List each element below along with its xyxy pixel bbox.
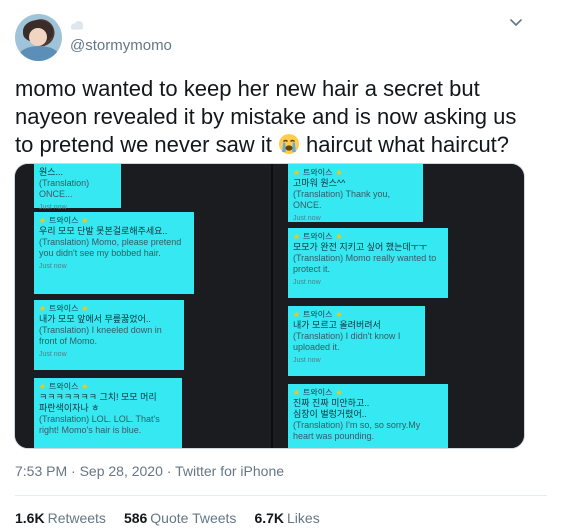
cloud-icon (70, 17, 84, 30)
avatar[interactable] (15, 14, 62, 61)
bubble-sender: 트와이스 (293, 167, 418, 178)
bubble-sender: 트와이스 (39, 215, 189, 226)
chat-bubble: 트와이스 ㅋㅋㅋㅋㅋㅋㅋ 그치! 모모 머리 파란색이자나 ㅎ (Transla… (34, 378, 182, 448)
bubble-sender: 트와이스 (293, 309, 420, 320)
likes-label: Likes (287, 510, 320, 526)
bubble-translation: (Translation) I'm so, so sorry.My heart … (293, 420, 421, 441)
quote-tweets-label: Quote Tweets (150, 510, 237, 526)
star-icon (39, 305, 46, 312)
bubble-korean: ㅋㅋㅋㅋㅋㅋㅋ 그치! 모모 머리 (39, 392, 157, 402)
chat-bubble: 트와이스 모모가 완전 지키고 싶어 했는데ㅜㅜ (Translation) M… (288, 228, 448, 298)
tweet-text-part-2: haircut what haircut? (299, 132, 510, 157)
bubble-translation: (Translation) I didn't know I uploaded i… (293, 331, 401, 352)
bubble-time: Just now (39, 351, 67, 358)
author-handle[interactable]: @stormymomo (70, 37, 172, 54)
more-options-button[interactable] (507, 14, 525, 32)
star-icon (81, 217, 89, 224)
bubble-korean: 파란색이자나 ㅎ (39, 403, 100, 413)
bubble-korean: 고마워 원스^^ (293, 178, 346, 188)
avatar-shirt (19, 46, 59, 61)
chat-screenshot-left: 원스... (Translation) ONCE... Just now 트와이… (15, 164, 271, 448)
bubble-korean: 모모가 완전 지키고 싶어 했는데ㅜㅜ (293, 242, 428, 252)
star-icon (81, 305, 89, 312)
star-icon (335, 389, 343, 396)
likes-count: 6.7K (254, 510, 285, 526)
star-icon (335, 233, 343, 240)
tweet-text: momo wanted to keep her new hair a secre… (15, 75, 535, 159)
star-icon (39, 217, 46, 224)
bubble-korean: 심장이 벌렁거렸어.. (293, 409, 367, 419)
bubble-time: Just now (39, 263, 67, 270)
bubble-korean: 내가 모르고 올려버려서 (293, 320, 381, 330)
avatar-face (29, 28, 47, 46)
bubble-translation: (Translation) LOL. LOL. That's right! Mo… (39, 414, 160, 435)
bubble-translation: (Translation) Momo really wanted to prot… (293, 253, 437, 274)
tweet: @stormymomo momo wanted to keep her new … (0, 0, 562, 529)
chat-bubble: 트와이스 고마워 원스^^ (Translation) Thank you, O… (288, 164, 423, 222)
bubble-time: Just now (293, 279, 321, 286)
bubble-time: Just now (293, 215, 321, 222)
bubble-korean: 내가 모모 앞에서 무릎꿇었어.. (39, 314, 151, 324)
bubble-translation: (Translation) I kneeled down in front of… (39, 325, 162, 346)
chat-bubble: 트와이스 우리 모모 단발 못본걸로해주세요.. (Translation) M… (34, 212, 194, 294)
chat-screenshot-right: 트와이스 고마워 원스^^ (Translation) Thank you, O… (273, 164, 524, 448)
bubble-sender: 트와이스 (293, 387, 443, 398)
chat-bubble: 트와이스 내가 모모 앞에서 무릎꿇었어.. (Translation) I k… (34, 300, 184, 370)
star-icon (335, 311, 343, 318)
retweets-stat[interactable]: 1.6K Retweets (15, 510, 106, 526)
bubble-korean: 우리 모모 단발 못본걸로해주세요.. (39, 226, 168, 236)
star-icon (293, 233, 300, 240)
bubble-sender: 트와이스 (39, 381, 177, 392)
chat-bubble: 트와이스 내가 모르고 올려버려서 (Translation) I didn't… (288, 306, 425, 376)
tweet-meta: 7:53 PM · Sep 28, 2020 · Twitter for iPh… (15, 463, 284, 479)
bubble-translation: (Translation) Thank you, ONCE. (293, 189, 391, 210)
retweets-count: 1.6K (15, 510, 45, 526)
divider (15, 495, 547, 496)
bubble-korean: 진짜 진짜 미안하고.. (293, 398, 370, 408)
bubble-korean: 원스... (39, 167, 64, 177)
bubble-sender: 트와이스 (293, 231, 443, 242)
chat-bubble: 원스... (Translation) ONCE... Just now (34, 164, 121, 211)
quote-tweets-stat[interactable]: 586 Quote Tweets (124, 510, 237, 526)
chat-bubble: 트와이스 진짜 진짜 미안하고.. 심장이 벌렁거렸어.. (Translati… (288, 384, 448, 448)
quote-tweets-count: 586 (123, 510, 148, 526)
bubble-time: Just now (293, 357, 321, 364)
star-icon (335, 169, 343, 176)
chevron-down-icon (510, 19, 522, 26)
star-icon (293, 389, 300, 396)
tweet-stats: 1.6K Retweets 586 Quote Tweets 6.7K Likes (15, 510, 320, 526)
loudly-crying-face-icon (278, 133, 300, 155)
retweets-label: Retweets (47, 510, 106, 526)
tweet-image[interactable]: 원스... (Translation) ONCE... Just now 트와이… (14, 163, 525, 449)
bubble-sender: 트와이스 (39, 303, 179, 314)
likes-stat[interactable]: 6.7K Likes (254, 510, 319, 526)
bubble-translation: (Translation) ONCE... (39, 178, 90, 199)
tweet-timestamp[interactable]: 7:53 PM · Sep 28, 2020 · (15, 463, 175, 479)
bubble-translation: (Translation) Momo, please pretend you d… (39, 237, 182, 258)
star-icon (293, 169, 300, 176)
tweet-client[interactable]: Twitter for iPhone (175, 463, 284, 479)
star-icon (293, 311, 300, 318)
display-name[interactable] (70, 16, 84, 34)
star-icon (39, 383, 46, 390)
star-icon (81, 383, 89, 390)
